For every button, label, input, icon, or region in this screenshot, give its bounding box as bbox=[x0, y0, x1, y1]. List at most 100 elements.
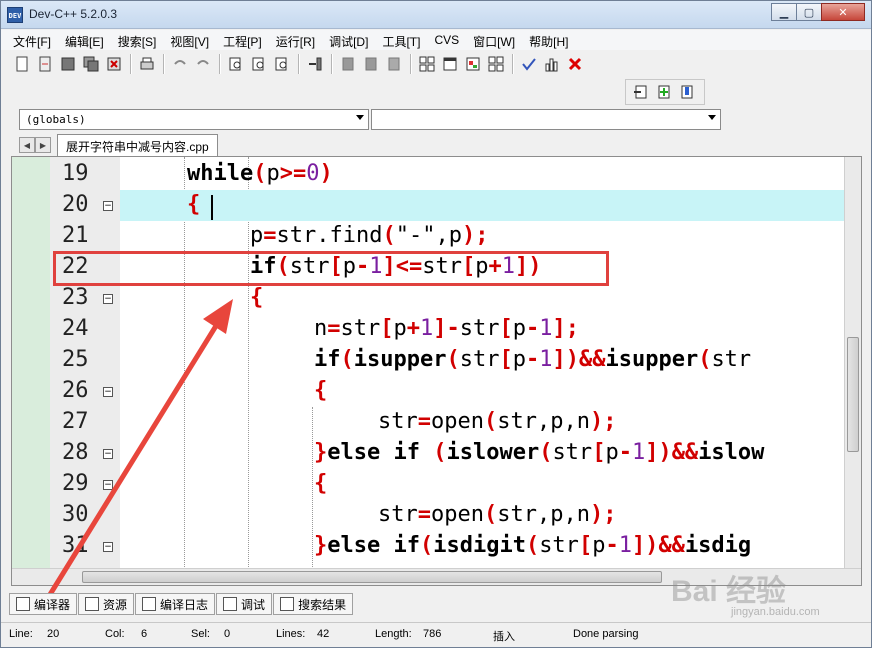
code-line: 24 n=str[p+1]-str[p-1]; bbox=[12, 314, 846, 345]
line-number: 29 bbox=[62, 471, 89, 496]
code-line: 29 − { bbox=[12, 469, 846, 500]
code-line-active: 20 − { bbox=[12, 190, 846, 221]
find-icon bbox=[229, 57, 241, 71]
new-file-button[interactable] bbox=[11, 53, 33, 75]
check-icon bbox=[522, 58, 536, 71]
remove-from-project-button[interactable] bbox=[360, 53, 382, 75]
profile-button[interactable] bbox=[541, 53, 563, 75]
fold-toggle-icon[interactable]: − bbox=[103, 449, 113, 459]
secondary-toolbar bbox=[625, 79, 705, 105]
tab-next-button[interactable]: ▶ bbox=[35, 137, 51, 153]
code-text: }else if (islower(str[p-1])&&islow bbox=[314, 440, 765, 465]
goto-line-icon bbox=[309, 57, 322, 71]
vertical-scrollbar[interactable] bbox=[844, 157, 861, 570]
horizontal-scroll-thumb[interactable] bbox=[82, 571, 662, 583]
find-button[interactable] bbox=[225, 53, 247, 75]
line-number: 19 bbox=[62, 161, 89, 186]
menu-bar: 文件[F] 编辑[E] 搜索[S] 视图[V] 工程[P] 运行[R] 调试[D… bbox=[1, 30, 871, 50]
menu-search[interactable]: 搜索[S] bbox=[112, 30, 165, 50]
toggle-bookmark-button[interactable] bbox=[653, 81, 675, 103]
window-controls: ▁ ▢ ✕ bbox=[771, 3, 865, 21]
fold-toggle-icon[interactable]: − bbox=[103, 387, 113, 397]
menu-project[interactable]: 工程[P] bbox=[217, 30, 270, 50]
tab-compile-log[interactable]: 编译日志 bbox=[135, 593, 216, 615]
run-icon bbox=[443, 57, 457, 71]
goto-bookmark-button[interactable] bbox=[676, 81, 698, 103]
menu-help[interactable]: 帮助[H] bbox=[523, 30, 576, 50]
maximize-button[interactable]: ▢ bbox=[796, 3, 822, 21]
redo-button[interactable] bbox=[192, 53, 214, 75]
close-file-button[interactable] bbox=[103, 53, 125, 75]
add-to-project-button[interactable] bbox=[337, 53, 359, 75]
code-text: while(p>=0) bbox=[187, 161, 333, 186]
tab-navigation: ◀ ▶ bbox=[19, 137, 51, 153]
fold-toggle-icon[interactable]: − bbox=[103, 542, 113, 552]
toolbar-separator bbox=[512, 54, 514, 74]
fold-toggle-icon[interactable]: − bbox=[103, 201, 113, 211]
fold-toggle-icon[interactable]: − bbox=[103, 480, 113, 490]
replace-icon bbox=[252, 57, 264, 71]
line-number: 21 bbox=[62, 223, 89, 248]
chevron-down-icon bbox=[708, 115, 716, 120]
code-line: 28 − }else if (islower(str[p-1])&&islow bbox=[12, 438, 846, 469]
menu-run[interactable]: 运行[R] bbox=[270, 30, 323, 50]
tab-compiler[interactable]: 编译器 bbox=[9, 593, 78, 615]
red-x-icon bbox=[568, 57, 582, 71]
bar-chart-icon bbox=[142, 597, 157, 611]
tab-file[interactable]: 展开字符串中减号内容.cpp bbox=[57, 134, 218, 156]
line-number: 23 bbox=[62, 285, 89, 310]
vertical-scroll-thumb[interactable] bbox=[847, 337, 859, 452]
code-editor[interactable]: 19 while(p>=0) 20 − { 21 p=str.find("-",… bbox=[11, 156, 862, 586]
scope-combo[interactable]: (globals) bbox=[19, 109, 369, 130]
compile-icon bbox=[419, 56, 435, 72]
menu-cvs[interactable]: CVS bbox=[428, 30, 467, 50]
tab-prev-button[interactable]: ◀ bbox=[19, 137, 35, 153]
active-line-highlight bbox=[120, 190, 846, 221]
menu-tools[interactable]: 工具[T] bbox=[376, 30, 428, 50]
title-bar: DEV Dev-C++ 5.2.0.3 ▁ ▢ ✕ bbox=[1, 1, 871, 29]
save-button[interactable] bbox=[57, 53, 79, 75]
line-number: 30 bbox=[62, 502, 89, 527]
minimize-button[interactable]: ▁ bbox=[771, 3, 797, 21]
status-length-label: Length: bbox=[375, 628, 412, 640]
menu-debug[interactable]: 调试[D] bbox=[323, 30, 376, 50]
undo-icon bbox=[174, 60, 186, 65]
menu-file[interactable]: 文件[F] bbox=[7, 30, 59, 50]
code-text: { bbox=[187, 192, 201, 217]
find-next-button[interactable] bbox=[271, 53, 293, 75]
stop-button[interactable] bbox=[564, 53, 586, 75]
code-line: 23 − { bbox=[12, 283, 846, 314]
compile-button[interactable] bbox=[416, 53, 438, 75]
find-next-icon bbox=[275, 57, 287, 71]
print-button[interactable] bbox=[136, 53, 158, 75]
open-file-button[interactable] bbox=[34, 53, 56, 75]
resources-icon bbox=[85, 597, 100, 611]
compile-run-button[interactable] bbox=[462, 53, 484, 75]
symbol-combo[interactable] bbox=[371, 109, 721, 130]
fold-toggle-icon[interactable]: − bbox=[103, 294, 113, 304]
replace-button[interactable] bbox=[248, 53, 270, 75]
menu-view[interactable]: 视图[V] bbox=[164, 30, 217, 50]
toolbar-separator bbox=[130, 54, 132, 74]
menu-window[interactable]: 窗口[W] bbox=[467, 30, 523, 50]
run-button[interactable] bbox=[439, 53, 461, 75]
goto-line-button[interactable] bbox=[304, 53, 326, 75]
close-button[interactable]: ✕ bbox=[821, 3, 865, 21]
toolbar-separator bbox=[219, 54, 221, 74]
toolbar-separator bbox=[331, 54, 333, 74]
add-to-project-icon bbox=[342, 57, 354, 71]
tab-search-results[interactable]: 搜索结果 bbox=[273, 593, 354, 615]
project-options-button[interactable] bbox=[383, 53, 405, 75]
rebuild-all-button[interactable] bbox=[485, 53, 507, 75]
menu-edit[interactable]: 编辑[E] bbox=[59, 30, 112, 50]
save-all-button[interactable] bbox=[80, 53, 102, 75]
tab-resources[interactable]: 资源 bbox=[78, 593, 135, 615]
status-lines-label: Lines: bbox=[276, 628, 306, 640]
tab-debug[interactable]: 调试 bbox=[216, 593, 273, 615]
insert-button[interactable] bbox=[630, 81, 652, 103]
status-line-label: Line: bbox=[9, 628, 33, 640]
undo-button[interactable] bbox=[169, 53, 191, 75]
scope-combo-value: (globals) bbox=[26, 113, 86, 126]
syntax-check-button[interactable] bbox=[518, 53, 540, 75]
baidu-watermark: Bai 经验 bbox=[671, 575, 787, 608]
